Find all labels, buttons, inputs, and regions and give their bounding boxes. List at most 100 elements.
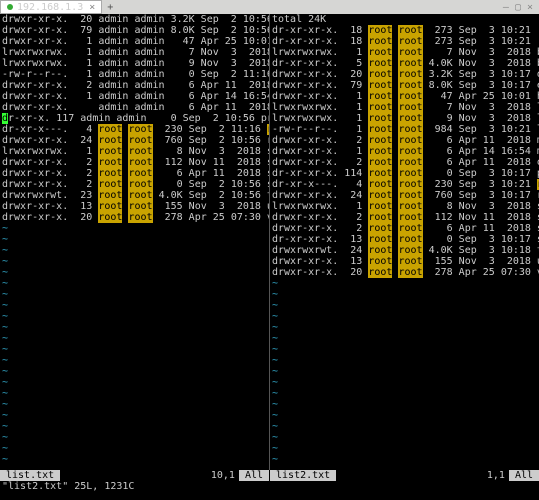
file-row: dr-xr-xr-x. 114 root root 0 Sep 3 10:17 … (272, 168, 537, 179)
window-close-icon[interactable]: × (527, 2, 533, 13)
tilde-line: ~ (2, 366, 267, 377)
tilde-line: ~ (2, 388, 267, 399)
file-row: drwxr-xr-x. 24 root root 760 Sep 3 10:17… (272, 190, 537, 201)
terminal-area[interactable]: drwxr-xr-x. 20 admin admin 3.2K Sep 2 10… (0, 14, 539, 470)
tilde-line: ~ (2, 223, 267, 234)
tilde-line: ~ (272, 278, 537, 289)
file-row: dr-xr-xr-x. 13 root root 0 Sep 3 10:17 s… (272, 234, 537, 245)
tilde-line: ~ (272, 289, 537, 300)
maximize-icon[interactable]: ▢ (515, 2, 521, 13)
tilde-line: ~ (2, 311, 267, 322)
file-row: lrwxrwxrwx. 1 root root 9 Nov 3 2018 lib… (272, 113, 537, 124)
file-row: lrwxrwxrwx. 1 admin admin 9 Nov 3 2018 l… (2, 58, 267, 69)
tilde-line: ~ (272, 300, 537, 311)
tilde-line: ~ (272, 377, 537, 388)
window-controls: – ▢ × (503, 2, 539, 13)
tilde-line: ~ (2, 410, 267, 421)
file-row: drwxr-xr-x. 20 root root 278 Apr 25 07:3… (2, 212, 267, 223)
tilde-line: ~ (272, 399, 537, 410)
right-pane[interactable]: total 24Kdr-xr-xr-x. 18 root root 273 Se… (270, 14, 539, 470)
tilde-line: ~ (272, 311, 537, 322)
tab-status-icon (7, 4, 13, 10)
tilde-line: ~ (2, 377, 267, 388)
tab-bar: 192.168.1.3 × + – ▢ × (0, 0, 539, 14)
file-row: drwxrwxrwt. 23 root root 4.0K Sep 2 10:5… (2, 190, 267, 201)
status-bar: list.txt 10,1 All list2.txt 1,1 All (0, 470, 539, 481)
file-row: drwxr-xr-x. 20 root root 3.2K Sep 3 10:1… (272, 69, 537, 80)
file-row: lrwxrwxrwx. 1 root root 7 Nov 3 2018 bin… (272, 47, 537, 58)
tilde-line: ~ (2, 300, 267, 311)
terminal-tab[interactable]: 192.168.1.3 × (0, 0, 102, 14)
file-row: drwxr-xr-x. 1 admin admin 6 Apr 14 16:54… (2, 91, 267, 102)
file-row: dr-xr-xr-x. 5 root root 4.0K Nov 3 2018 … (272, 58, 537, 69)
tilde-line: ~ (2, 267, 267, 278)
tab-title: 192.168.1.3 (17, 2, 83, 13)
tilde-line: ~ (2, 278, 267, 289)
file-row: drwxr-xr-x. 20 root root 278 Apr 25 07:3… (272, 267, 537, 278)
file-row: dr-xr-x---. 4 root root 230 Sep 3 10:21 … (272, 179, 537, 190)
tilde-line: ~ (2, 421, 267, 432)
file-row: drwxr-xr-x. 2 root root 0 Sep 2 10:56 sy… (2, 179, 267, 190)
status-pos-left: 10,1 (207, 470, 239, 481)
tilde-line: ~ (2, 234, 267, 245)
tilde-line: ~ (2, 443, 267, 454)
file-row: lrwxrwxrwx. 1 root root 7 Nov 3 2018 lib… (272, 102, 537, 113)
tilde-line: ~ (2, 289, 267, 300)
tilde-line: ~ (2, 432, 267, 443)
status-pct-left: All (239, 470, 269, 481)
file-row: drwxr-xr-x. 24 root root 760 Sep 2 10:56… (2, 135, 267, 146)
file-row: lrwxrwxrwx. 1 root root 8 Nov 3 2018 sbi… (272, 201, 537, 212)
tilde-line: ~ (2, 355, 267, 366)
status-pos-right: 1,1 (483, 470, 509, 481)
file-row: drwxr-xr-x. 2 root root 6 Apr 11 2018 sr… (272, 223, 537, 234)
tilde-line: ~ (2, 454, 267, 465)
tilde-line: ~ (272, 421, 537, 432)
file-row: drwxr-xr-x. 2 root root 112 Nov 11 2018 … (2, 157, 267, 168)
tilde-line: ~ (272, 410, 537, 421)
left-pane[interactable]: drwxr-xr-x. 20 admin admin 3.2K Sep 2 10… (0, 14, 269, 470)
file-row: drwxr-xr-x. 2 admin admin 6 Apr 11 2018 … (2, 80, 267, 91)
tilde-line: ~ (272, 344, 537, 355)
new-tab-button[interactable]: + (104, 1, 116, 13)
tilde-line: ~ (2, 245, 267, 256)
file-row: total 24K (272, 14, 537, 25)
file-row: drwxr-xr-x. 2 root root 112 Nov 11 2018 … (272, 212, 537, 223)
tilde-line: ~ (2, 256, 267, 267)
file-row: drwxr-xr-x. 79 root root 8.0K Sep 3 10:1… (272, 80, 537, 91)
tilde-line: ~ (272, 454, 537, 465)
tilde-line: ~ (2, 344, 267, 355)
tilde-line: ~ (272, 333, 537, 344)
file-row: drwxr-xr-x. 13 root root 155 Nov 3 2018 … (272, 256, 537, 267)
file-row: -rw-r--r--. 1 root root 984 Sep 3 10:21 … (272, 124, 537, 135)
file-row: dr-xr-xr-x. 18 root root 273 Sep 3 10:21… (272, 36, 537, 47)
file-row: drwxr-xr-x. 1 admin admin 47 Apr 25 10:0… (2, 36, 267, 47)
tilde-line: ~ (2, 399, 267, 410)
tilde-line: ~ (272, 432, 537, 443)
file-row: drwxrwxrwt. 24 root root 4.0K Sep 3 10:1… (272, 245, 537, 256)
file-row: drwxr-xr-x. 79 admin admin 8.0K Sep 2 10… (2, 25, 267, 36)
file-row: drwxr-xr-x. 20 admin admin 3.2K Sep 2 10… (2, 14, 267, 25)
status-filename-left: list.txt (0, 470, 60, 481)
tilde-line: ~ (2, 322, 267, 333)
status-pct-right: All (509, 470, 539, 481)
command-line: "list2.txt" 25L, 1231C (0, 481, 539, 493)
close-icon[interactable]: × (89, 2, 95, 13)
minimize-icon[interactable]: – (503, 2, 509, 13)
file-row: drwxr-xr-x. 2 root root 6 Apr 11 2018 op… (272, 157, 537, 168)
file-row: dr-xr-x---. 4 root root 230 Sep 2 11:16 … (2, 124, 267, 135)
file-row: drwxr-xr-x. 2 root root 6 Apr 11 2018 sr… (2, 168, 267, 179)
tilde-line: ~ (272, 366, 537, 377)
file-row: drwxr-xr-x. 1 root root 6 Apr 14 16:54 m… (272, 146, 537, 157)
file-row: lrwxrwxrwx. 1 admin admin 7 Nov 3 2018 l… (2, 47, 267, 58)
tilde-line: ~ (272, 355, 537, 366)
file-row: -rw-r--r--. 1 admin admin 0 Sep 2 11:16 … (2, 69, 267, 80)
tilde-line: ~ (2, 333, 267, 344)
file-row: drwxr-xr-x. 1 root root 47 Apr 25 10:01 … (272, 91, 537, 102)
file-row: drwxr-xr-x. admin admin 6 Apr 11 2018 op… (2, 102, 267, 113)
file-row: drwxr-xr-x. 13 root root 155 Nov 3 2018 … (2, 201, 267, 212)
tilde-line: ~ (272, 388, 537, 399)
file-row: dr-xr-xr-x. 18 root root 273 Sep 3 10:21… (272, 25, 537, 36)
file-row: drwxr-xr-x. 2 root root 6 Apr 11 2018 me… (272, 135, 537, 146)
file-row: dr-xr-x. 117 admin admin 0 Sep 2 10:56 p… (2, 113, 267, 124)
status-filename-right: list2.txt (270, 470, 336, 481)
